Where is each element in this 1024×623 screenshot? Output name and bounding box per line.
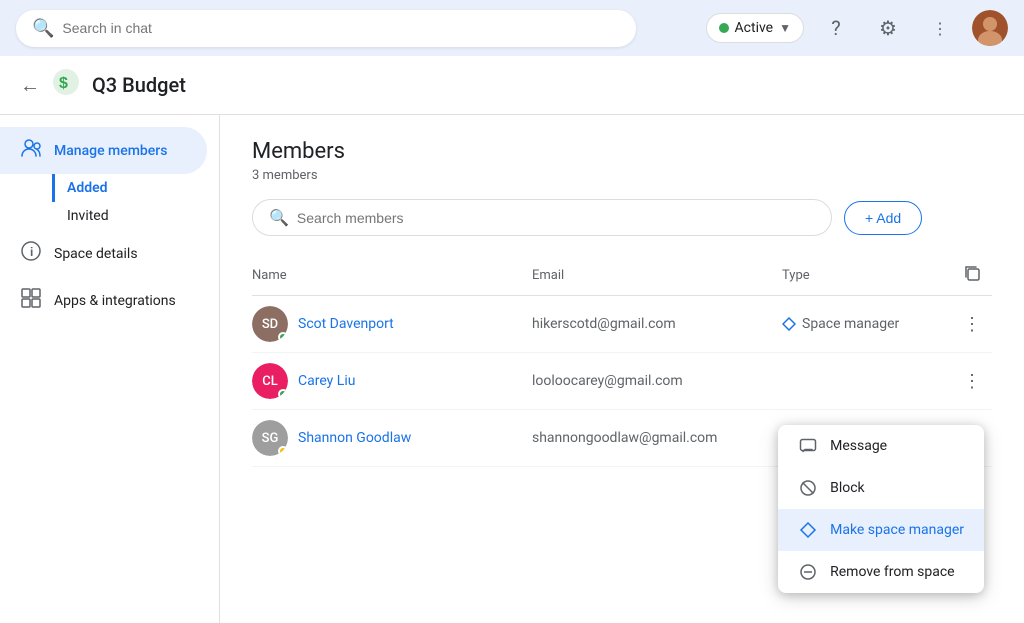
members-count: 3 members [252, 168, 992, 183]
member-avatar: SG [252, 420, 288, 456]
message-label: Message [830, 438, 887, 454]
search-row: 🔍 + Add [252, 199, 992, 236]
menu-item-remove[interactable]: Remove from space [778, 551, 984, 593]
menu-item-block[interactable]: Block [778, 467, 984, 509]
info-icon: i [20, 240, 42, 267]
space-header: ← $ Q3 Budget [0, 56, 1024, 115]
more-options-button[interactable]: ⋮ [956, 365, 988, 397]
topbar: 🔍 Active ▼ ? ⚙ ⋮ [0, 0, 1024, 56]
member-name[interactable]: Scot Davenport [298, 316, 394, 332]
svg-text:$: $ [59, 75, 68, 92]
sidebar-item-apps[interactable]: Apps & integrations [0, 277, 207, 324]
member-status-dot [278, 332, 288, 342]
apps-integrations-label: Apps & integrations [54, 293, 176, 309]
menu-item-make-manager[interactable]: Make space manager [778, 509, 984, 551]
col-email-header: Email [532, 268, 782, 283]
table-row: SD Scot Davenport hikerscotd@gmail.com S… [252, 296, 992, 353]
diamond-icon [798, 521, 818, 539]
topbar-right: Active ▼ ? ⚙ ⋮ [706, 8, 1008, 48]
status-label: Active [735, 20, 774, 36]
member-status-dot [278, 389, 288, 399]
settings-icon[interactable]: ⚙ [868, 8, 908, 48]
member-name-cell: CL Carey Liu [252, 363, 532, 399]
member-avatar: CL [252, 363, 288, 399]
member-name[interactable]: Carey Liu [298, 373, 355, 389]
search-member-icon: 🔍 [269, 208, 289, 227]
search-bar[interactable]: 🔍 [16, 10, 636, 47]
remove-label: Remove from space [830, 564, 954, 580]
manage-members-label: Manage members [54, 143, 167, 159]
member-status-dot [278, 446, 288, 456]
block-label: Block [830, 480, 865, 496]
member-email: looloocarey@gmail.com [532, 373, 782, 389]
member-name-cell: SD Scot Davenport [252, 306, 532, 342]
members-title: Members [252, 139, 992, 164]
member-email: shannongoodlaw@gmail.com [532, 430, 782, 446]
back-button[interactable]: ← [20, 73, 40, 98]
search-input[interactable] [62, 20, 620, 36]
type-label: Space manager [802, 316, 899, 332]
make-manager-label: Make space manager [830, 522, 964, 538]
member-search-input[interactable] [297, 210, 815, 226]
member-avatar: SD [252, 306, 288, 342]
context-menu: Message Block Make space manager [778, 425, 984, 593]
message-icon [798, 437, 818, 455]
user-avatar[interactable] [972, 10, 1008, 46]
apps-icon [20, 287, 42, 314]
manage-members-icon [20, 137, 42, 164]
remove-icon [798, 563, 818, 581]
status-badge[interactable]: Active ▼ [706, 13, 804, 43]
help-icon[interactable]: ? [816, 8, 856, 48]
copy-icon[interactable] [963, 264, 981, 287]
space-icon: $ [52, 68, 80, 102]
member-type: Space manager [782, 316, 952, 332]
add-button[interactable]: + Add [844, 201, 922, 235]
member-name-cell: SG Shannon Goodlaw [252, 420, 532, 456]
type-diamond-icon [782, 316, 796, 332]
menu-item-message[interactable]: Message [778, 425, 984, 467]
space-title: Q3 Budget [92, 73, 186, 97]
member-name[interactable]: Shannon Goodlaw [298, 430, 411, 446]
col-name-header: Name [252, 268, 532, 283]
table-row: CL Carey Liu looloocarey@gmail.com ⋮ [252, 353, 992, 410]
main-layout: Manage members Added Invited i Space det… [0, 115, 1024, 623]
table-header: Name Email Type [252, 256, 992, 296]
col-action-header [952, 264, 992, 287]
sidebar-sub-menu: Added Invited [0, 174, 219, 230]
apps-grid-icon[interactable]: ⋮ [920, 8, 960, 48]
svg-text:i: i [30, 245, 33, 259]
sidebar-sub-invited[interactable]: Invited [52, 202, 219, 230]
block-icon [798, 479, 818, 497]
sidebar-item-manage-members[interactable]: Manage members [0, 127, 207, 174]
search-icon: 🔍 [32, 18, 54, 39]
content-area: Members 3 members 🔍 + Add Name Email Typ… [220, 115, 1024, 623]
member-email: hikerscotd@gmail.com [532, 316, 782, 332]
sidebar-item-space-details[interactable]: i Space details [0, 230, 207, 277]
space-details-label: Space details [54, 246, 138, 262]
chevron-down-icon: ▼ [779, 21, 791, 35]
member-search[interactable]: 🔍 [252, 199, 832, 236]
member-action: ⋮ [952, 308, 992, 340]
sidebar: Manage members Added Invited i Space det… [0, 115, 220, 623]
status-dot [719, 23, 729, 33]
more-options-button[interactable]: ⋮ [956, 308, 988, 340]
sidebar-sub-added[interactable]: Added [52, 174, 219, 202]
col-type-header: Type [782, 268, 952, 283]
member-action: ⋮ [952, 365, 992, 397]
